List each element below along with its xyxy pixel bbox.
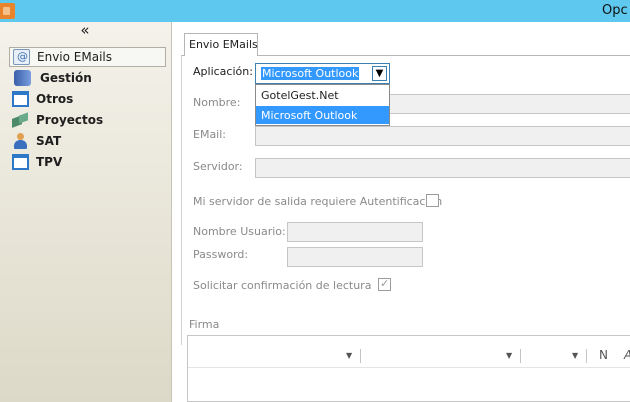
font-size-dropdown-icon[interactable]: ▼	[506, 351, 512, 360]
window-icon	[12, 154, 29, 170]
sidebar-item-label: Proyectos	[36, 113, 104, 127]
lectura-checkbox[interactable]	[378, 277, 391, 291]
usuario-field[interactable]	[287, 222, 423, 242]
servidor-field[interactable]	[255, 158, 630, 178]
chevron-down-icon[interactable]: ▼	[372, 66, 387, 81]
sidebar-item-gestion[interactable]: Gestión	[9, 68, 166, 88]
sidebar-item-tpv[interactable]: TPV	[9, 152, 166, 172]
auth-checkbox[interactable]	[426, 194, 439, 207]
book-icon	[14, 70, 31, 86]
dropdown-option[interactable]: Microsoft Outlook	[256, 106, 389, 124]
dropdown-option[interactable]: GotelGest.Net	[256, 86, 389, 104]
user-icon	[12, 133, 29, 149]
sidebar-item-label: TPV	[36, 155, 63, 169]
firma-label: Firma	[189, 318, 220, 331]
toolbar-divider	[586, 349, 587, 363]
usuario-label: Nombre Usuario:	[193, 225, 286, 238]
sidebar-item-sat[interactable]: SAT	[9, 131, 166, 151]
bold-button[interactable]: N	[599, 348, 608, 362]
italic-button[interactable]: A	[624, 348, 630, 362]
sidebar-item-label: Envio EMails	[37, 50, 112, 64]
style-dropdown-icon[interactable]: ▼	[572, 351, 578, 360]
editor-toolbar: ▼ ▼ ▼ N A	[188, 344, 630, 368]
sidebar-item-label: Gestión	[40, 71, 92, 85]
sidebar: « Envio EMails Gestión Otros Proyectos S…	[0, 22, 172, 402]
tab-envio-emails[interactable]: Envio EMails	[184, 33, 258, 56]
app-icon	[0, 3, 15, 19]
firma-editor[interactable]: ▼ ▼ ▼ N A	[187, 335, 630, 402]
title-bar: Opc	[0, 0, 630, 22]
mail-settings-icon	[13, 49, 30, 65]
password-label: Password:	[193, 248, 249, 261]
lectura-label: Solicitar confirmación de lectura	[193, 279, 372, 292]
sidebar-item-label: Otros	[36, 92, 74, 106]
toolbar-divider	[360, 349, 361, 363]
aplicacion-dropdown-list: GotelGest.Net Microsoft Outlook	[255, 84, 390, 126]
sidebar-item-envio-emails[interactable]: Envio EMails	[9, 47, 166, 67]
font-family-dropdown-icon[interactable]: ▼	[346, 351, 352, 360]
email-field[interactable]	[255, 126, 630, 146]
password-field[interactable]	[287, 247, 423, 267]
window-icon	[12, 91, 29, 107]
auth-label: Mi servidor de salida requiere Autentifi…	[193, 195, 443, 208]
aplicacion-select[interactable]: Microsoft Outlook ▼	[255, 63, 390, 84]
sidebar-item-label: SAT	[36, 134, 62, 148]
servidor-label: Servidor:	[193, 160, 243, 173]
aplicacion-selected-value: Microsoft Outlook	[261, 67, 360, 80]
collapse-sidebar-button[interactable]: «	[76, 23, 94, 39]
nombre-label: Nombre:	[193, 96, 241, 109]
window-title: Opc	[602, 3, 628, 18]
email-label: EMail:	[193, 128, 226, 141]
sidebar-item-otros[interactable]: Otros	[9, 89, 166, 109]
sidebar-item-proyectos[interactable]: Proyectos	[9, 110, 166, 130]
aplicacion-label: Aplicación:	[193, 65, 253, 78]
toolbar-divider	[520, 349, 521, 363]
cubes-icon	[12, 112, 29, 128]
